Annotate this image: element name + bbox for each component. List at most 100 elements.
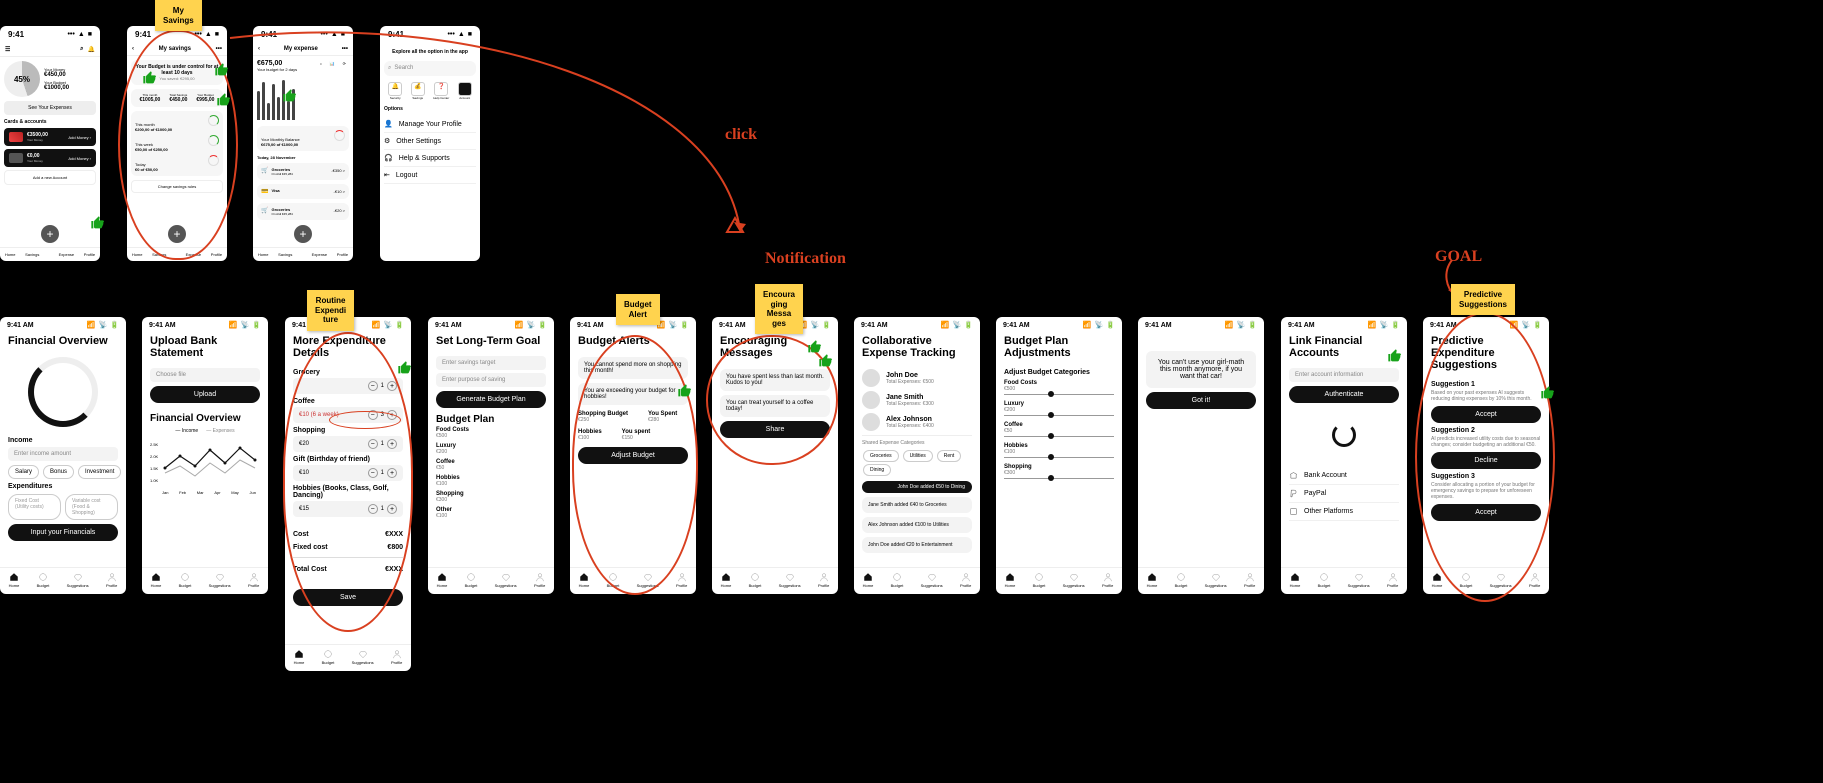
bottom-nav: Home Budget Suggestions Profile <box>0 567 126 594</box>
got-it-button[interactable]: Got it! <box>1146 392 1256 409</box>
tile-savings[interactable]: 💰Savings <box>411 82 425 100</box>
option-profile[interactable]: 👤Manage Your Profile <box>384 116 476 133</box>
savings-target-input[interactable]: Enter savings target <box>436 356 546 370</box>
search-icon[interactable]: ⌕ <box>80 46 83 53</box>
income-input[interactable]: Enter income amount <box>8 447 118 461</box>
upload-button[interactable]: Upload <box>150 386 260 403</box>
more-icon[interactable]: ••• <box>216 46 222 52</box>
chip-utilities[interactable]: Utilities <box>903 450 933 462</box>
thumb-icon <box>818 353 834 374</box>
pill-variable[interactable]: Variable cost (Food & Shopping) <box>65 494 118 520</box>
hand-notification: Notification <box>765 250 846 268</box>
grocery-input[interactable]: −1+ <box>293 378 403 394</box>
coffee-input[interactable]: €10 (6 a week)−3+ <box>293 407 403 423</box>
generate-plan-button[interactable]: Generate Budget Plan <box>436 391 546 408</box>
screen-collaborative: 9:41 AM📶📡🔋 Collaborative Expense Trackin… <box>854 317 980 594</box>
screen-upload-statement: 9:41 AM📶📡🔋 Upload Bank Statement Choose … <box>142 317 268 594</box>
add-fab[interactable]: + <box>168 225 186 243</box>
slider-hobbies[interactable] <box>1004 457 1114 458</box>
transaction-row[interactable]: 💳Visa-€10 > <box>257 184 349 199</box>
pill-bonus[interactable]: Bonus <box>43 465 74 479</box>
accept-button-3[interactable]: Accept <box>1431 504 1541 521</box>
see-expenses-button[interactable]: See Your Expenses <box>4 101 96 115</box>
menu-icon[interactable]: ☰ <box>5 46 10 53</box>
pill-fixed[interactable]: Fixed Cost (Utility costs) <box>8 494 61 520</box>
plus-button[interactable]: + <box>387 381 397 391</box>
slider-luxury[interactable] <box>1004 415 1114 416</box>
tile-security[interactable]: 🔔Security <box>388 82 402 100</box>
sticky-predictive: Predictive Suggestions <box>1451 284 1515 315</box>
screen-budget-adjustments: 9:41 AM📶📡🔋 Budget Plan Adjustments Adjus… <box>996 317 1122 594</box>
person-row[interactable]: Jane SmithTotal Expenses: €300 <box>862 391 972 409</box>
accept-button-1[interactable]: Accept <box>1431 406 1541 423</box>
tile-help[interactable]: ❓Help Center <box>433 82 449 100</box>
bell-icon[interactable]: 🔔 <box>88 46 95 53</box>
add-fab[interactable]: + <box>294 225 312 243</box>
tile-account[interactable]: Account <box>458 82 472 100</box>
change-rules-button[interactable]: Change savings rules <box>131 180 223 193</box>
input-financials-button[interactable]: Input your Financials <box>8 524 118 541</box>
add-fab[interactable]: + <box>41 225 59 243</box>
option-settings[interactable]: ⚙Other Settings <box>384 133 476 150</box>
option-help[interactable]: 🎧Help & Supports <box>384 150 476 167</box>
link-bank[interactable]: Bank Account <box>1289 467 1399 485</box>
account-card[interactable]: €0,00Your MoneyAdd Money› <box>4 149 96 167</box>
pill-investment[interactable]: Investment <box>78 465 121 479</box>
save-button[interactable]: Save <box>293 589 403 606</box>
shopping-input[interactable]: €20−1+ <box>293 436 403 452</box>
authenticate-button[interactable]: Authenticate <box>1289 386 1399 403</box>
back-icon[interactable]: ‹ <box>258 46 260 52</box>
hand-click: click <box>725 126 757 144</box>
slider-coffee[interactable] <box>1004 436 1114 437</box>
chip-rent[interactable]: Rent <box>937 450 962 462</box>
person-row[interactable]: Alex JohnsonTotal Expenses: €400 <box>862 413 972 431</box>
gift-input[interactable]: €10−1+ <box>293 465 403 481</box>
chip-groceries[interactable]: Groceries <box>863 450 899 462</box>
thumb-icon <box>1540 385 1556 406</box>
option-logout[interactable]: ⇤Logout <box>384 167 476 184</box>
screen-notification: 9:41 AM📶📡🔋 You can't use your girl-math … <box>1138 317 1264 594</box>
screen-explore: 9:41•••▲■ Explore all the option in the … <box>380 26 480 261</box>
bottom-nav: HomeSavingsExpenseProfile <box>0 247 100 261</box>
screen-home-overview: 9:41•••▲■ ☰⌕🔔 45% Your Money€450,00 Your… <box>0 26 100 261</box>
search-icon: ⌕ <box>388 65 391 72</box>
link-other[interactable]: Other Platforms <box>1289 503 1399 521</box>
activity-tag: John Doe added €50 to Dining <box>862 481 972 493</box>
notification-message: You can't use your girl-math this month … <box>1146 351 1256 388</box>
screen-predictive: 9:41 AM📶📡🔋 Predictive Expenditure Sugges… <box>1423 317 1549 594</box>
thumb-icon <box>397 360 413 381</box>
nav-suggestions[interactable]: Suggestions <box>67 572 89 588</box>
transaction-row[interactable]: 🛒GroceriesOn Aldi €45,284-€350 > <box>257 163 349 180</box>
alert-message: You are exceeding your budget for hobbie… <box>578 383 688 405</box>
slider-food[interactable] <box>1004 394 1114 395</box>
person-row[interactable]: John DoeTotal Expenses: €500 <box>862 369 972 387</box>
purpose-input[interactable]: Enter purpose of saving <box>436 373 546 387</box>
more-icon[interactable]: ••• <box>342 46 348 52</box>
slider-shopping[interactable] <box>1004 478 1114 479</box>
thumb-icon <box>282 88 298 109</box>
adjust-budget-button[interactable]: Adjust Budget <box>578 447 688 464</box>
screen-budget-alerts: 9:41 AM📶📡🔋 Budget Alerts You cannot spen… <box>570 317 696 594</box>
hand-goal: GOAL <box>1435 248 1482 266</box>
nav-home[interactable]: Home <box>9 572 20 588</box>
file-input[interactable]: Choose file <box>150 368 260 382</box>
screen-my-expense: 9:41•••▲■ ‹My expense••• €675,00Your bud… <box>253 26 353 261</box>
hobbies-input[interactable]: €15−1+ <box>293 501 403 517</box>
account-card[interactable]: €3500,00Your MoneyAdd Money› <box>4 128 96 146</box>
pill-salary[interactable]: Salary <box>8 465 39 479</box>
decline-button[interactable]: Decline <box>1431 452 1541 469</box>
nav-profile[interactable]: Profile <box>106 572 117 588</box>
share-button[interactable]: Share <box>720 421 830 438</box>
back-icon[interactable]: ‹ <box>132 46 134 52</box>
account-info-input[interactable]: Enter account information <box>1289 368 1399 382</box>
thumb-icon <box>1387 348 1403 369</box>
link-paypal[interactable]: PayPal <box>1289 485 1399 503</box>
minus-button[interactable]: − <box>368 381 378 391</box>
thumb-icon <box>90 215 106 236</box>
nav-budget[interactable]: Budget <box>37 572 50 588</box>
transaction-row[interactable]: 🛒GroceriesOn Aldi €45,284-€20 > <box>257 203 349 220</box>
add-account-button[interactable]: Add a new Account <box>4 170 96 185</box>
chip-dining[interactable]: Dining <box>863 464 891 476</box>
thumb-icon <box>677 383 693 404</box>
svg-text:2.5K: 2.5K <box>150 442 159 447</box>
